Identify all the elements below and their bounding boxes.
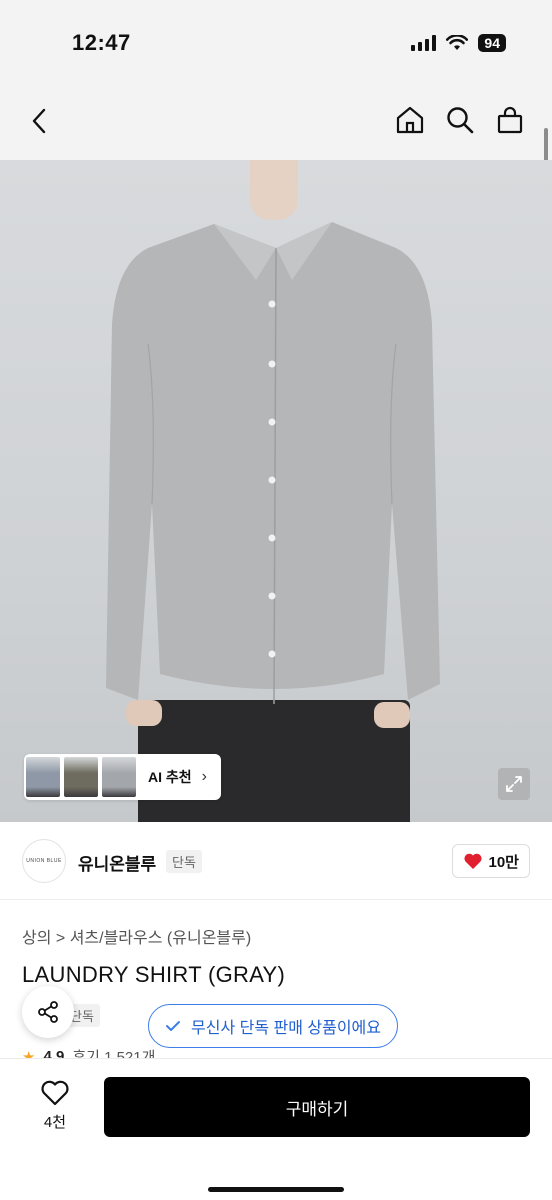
toast-text: 무신사 단독 판매 상품이에요 (191, 1020, 381, 1037)
back-icon (32, 108, 46, 134)
brand-row: UNION BLUE 유니온블루 단독 10만 (0, 822, 552, 900)
exclusive-toast: 무신사 단독 판매 상품이에요 (148, 1004, 398, 1048)
status-time: 12:47 (72, 30, 131, 55)
breadcrumb-item-brand[interactable]: (유니온블루) (167, 930, 251, 947)
back-button[interactable] (22, 104, 56, 138)
breadcrumb-item-shirts[interactable]: 셔츠/블라우스 (70, 930, 163, 947)
breadcrumb-separator: > (55, 930, 66, 947)
expand-button[interactable] (498, 768, 530, 800)
brand-name[interactable]: 유니온블루 (78, 850, 156, 875)
bottom-bar: 4천 구매하기 (0, 1058, 552, 1200)
model-hand-right (374, 702, 410, 728)
chevron-right-icon: › (201, 768, 207, 785)
status-icons: 94 (411, 34, 506, 52)
heart-outline-icon (41, 1080, 69, 1106)
ai-thumbnail[interactable] (102, 757, 136, 797)
share-icon (38, 1001, 58, 1023)
buy-button[interactable]: 구매하기 (104, 1077, 530, 1137)
ai-recommend-label: AI 추천 (148, 769, 192, 785)
bag-icon (497, 106, 523, 134)
wishlist-count: 4천 (43, 1114, 67, 1131)
search-button[interactable] (444, 104, 476, 136)
home-indicator (208, 1187, 344, 1192)
brand-logo[interactable]: UNION BLUE (22, 839, 66, 883)
model-hand-left (126, 700, 162, 726)
model-shirt (106, 222, 440, 705)
home-icon (396, 106, 424, 134)
brand-exclusive-tag: 단독 (166, 850, 202, 873)
ai-thumbnail[interactable] (26, 757, 60, 797)
signal-icon (411, 35, 437, 51)
heart-icon (463, 853, 482, 869)
cart-button[interactable] (494, 104, 526, 136)
like-button[interactable]: 10만 (451, 844, 530, 878)
breadcrumb-item-tops[interactable]: 상의 (22, 930, 51, 947)
product-image[interactable]: AI 추천 › (0, 160, 552, 822)
status-bar: 12:47 94 (0, 0, 552, 80)
wifi-icon (446, 35, 469, 50)
top-nav (0, 80, 552, 160)
share-button[interactable] (22, 986, 74, 1038)
ai-recommend-button[interactable]: AI 추천 › (24, 754, 221, 800)
check-icon (166, 1021, 180, 1031)
ai-thumbnail[interactable] (64, 757, 98, 797)
expand-icon (506, 776, 522, 792)
breadcrumb: 상의 > 셔츠/블라우스 (유니온블루) (22, 924, 251, 948)
product-title: LAUNDRY SHIRT (GRAY) (22, 962, 286, 987)
nav-actions (394, 104, 526, 136)
battery-icon: 94 (478, 34, 506, 52)
like-count: 10만 (488, 853, 520, 871)
home-button[interactable] (394, 104, 426, 136)
search-icon (447, 107, 474, 134)
wishlist-button[interactable]: 4천 (30, 1079, 80, 1132)
